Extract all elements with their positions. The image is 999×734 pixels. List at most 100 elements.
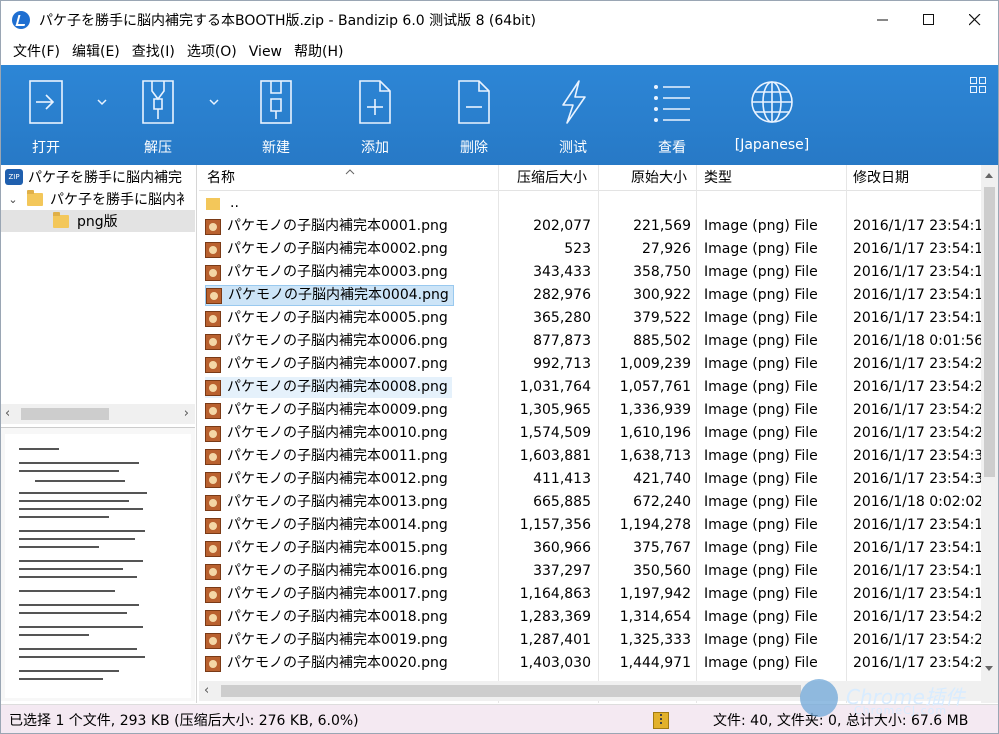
- tree-scroll-thumb[interactable]: [21, 408, 109, 420]
- file-name: パケモノの子脳内補完本0008.png: [227, 379, 448, 395]
- test-lightning-icon: [562, 80, 586, 124]
- file-row[interactable]: パケモノの子脳内補完本0011.png 1,603,881 1,638,713 Ima…: [199, 445, 981, 468]
- modified-date: 2016/1/17 23:54:22: [853, 632, 981, 648]
- file-name: パケモノの子脳内補完本0011.png: [227, 448, 448, 464]
- original-size: 375,767: [633, 540, 691, 556]
- extract-button[interactable]: 解压: [127, 65, 189, 165]
- file-row[interactable]: パケモノの子脳内補完本0004.png 282,976 300,922 Image (…: [199, 284, 981, 307]
- file-name: パケモノの子脳内補完本0005.png: [227, 310, 448, 326]
- selection-status: 已选择 1 个文件, 293 KB (压缩后大小: 276 KB, 6.0%): [9, 713, 359, 729]
- modified-date: 2016/1/17 23:54:16: [853, 563, 981, 579]
- packed-size: 523: [564, 241, 591, 257]
- grid-layout-icon[interactable]: [970, 77, 986, 93]
- scroll-left-arrow-icon[interactable]: ‹: [5, 406, 10, 421]
- menu-view[interactable]: View: [243, 41, 288, 63]
- png-image-icon: [205, 218, 221, 235]
- tree-folder-label: パケ子を勝手に脳内衤: [50, 192, 190, 208]
- scroll-right-arrow-icon[interactable]: ›: [184, 406, 189, 421]
- file-type: Image (png) File: [704, 540, 818, 556]
- menu-edit[interactable]: 编辑(E): [66, 41, 126, 63]
- packed-size: 877,873: [533, 333, 591, 349]
- file-row[interactable]: パケモノの子脳内補完本0010.png 1,574,509 1,610,196 Ima…: [199, 422, 981, 445]
- chevron-down-icon[interactable]: ⌄: [7, 193, 19, 206]
- new-archive-icon: [260, 80, 292, 124]
- file-row[interactable]: パケモノの子脳内補完本0007.png 992,713 1,009,239 Image…: [199, 353, 981, 376]
- new-archive-button[interactable]: 新建: [245, 65, 307, 165]
- file-type: Image (png) File: [704, 609, 818, 625]
- menu-file[interactable]: 文件(F): [7, 41, 66, 63]
- file-type: Image (png) File: [704, 241, 818, 257]
- modified-date: 2016/1/17 23:54:18: [853, 586, 981, 602]
- file-row[interactable]: パケモノの子脳内補完本0017.png 1,164,863 1,197,942 Ima…: [199, 583, 981, 606]
- original-size: 672,240: [633, 494, 691, 510]
- modified-date: 2016/1/17 23:54:20: [853, 609, 981, 625]
- png-image-icon: [205, 333, 221, 350]
- original-size: 358,750: [633, 264, 691, 280]
- file-row[interactable]: パケモノの子脳内補完本0005.png 365,280 379,522 Image (…: [199, 307, 981, 330]
- scroll-down-arrow-icon[interactable]: [984, 665, 994, 673]
- file-row[interactable]: パケモノの子脳内補完本0002.png 523 27,926 Image (png) …: [199, 238, 981, 261]
- folder-icon: [53, 211, 69, 228]
- column-header-type[interactable]: 类型: [704, 165, 732, 191]
- column-header-modified[interactable]: 修改日期: [853, 165, 909, 191]
- packed-size: 282,976: [533, 287, 591, 303]
- close-icon: [969, 14, 981, 26]
- file-row[interactable]: パケモノの子脳内補完本0003.png 343,433 358,750 Image (…: [199, 261, 981, 284]
- extract-icon: [142, 80, 174, 124]
- file-name: パケモノの子脳内補完本0018.png: [227, 609, 448, 625]
- original-size: 1,444,971: [619, 655, 691, 671]
- open-dropdown-chevron-icon[interactable]: [95, 95, 109, 109]
- file-row[interactable]: パケモノの子脳内補完本0015.png 360,966 375,767 Image (…: [199, 537, 981, 560]
- minimize-button[interactable]: [860, 1, 906, 39]
- parent-folder-row[interactable]: ..: [199, 192, 981, 215]
- tree-folder-png[interactable]: png版: [1, 210, 195, 232]
- file-row[interactable]: パケモノの子脳内補完本0006.png 877,873 885,502 Image (…: [199, 330, 981, 353]
- column-header-name[interactable]: 名称: [207, 165, 235, 191]
- file-name: パケモノの子脳内補完本0015.png: [227, 540, 448, 556]
- file-row[interactable]: パケモノの子脳内補完本0019.png 1,287,401 1,325,333 Ima…: [199, 629, 981, 652]
- menu-options[interactable]: 选项(O): [181, 41, 243, 63]
- tree-folder-main[interactable]: ⌄ パケ子を勝手に脳内衤: [1, 188, 195, 210]
- add-button[interactable]: 添加: [344, 65, 406, 165]
- file-row[interactable]: パケモノの子脳内補完本0020.png 1,403,030 1,444,971 Ima…: [199, 652, 981, 675]
- open-button[interactable]: 打开: [15, 65, 77, 165]
- tree-horizontal-scrollbar[interactable]: ‹ ›: [1, 404, 195, 424]
- modified-date: 2016/1/17 23:54:24: [853, 655, 981, 671]
- language-button[interactable]: [Japanese]: [727, 65, 817, 165]
- file-name: パケモノの子脳内補完本0020.png: [227, 655, 448, 671]
- png-image-icon: [206, 287, 222, 304]
- test-button[interactable]: 测试: [542, 65, 604, 165]
- list-hscroll-thumb[interactable]: [221, 685, 801, 697]
- menu-find[interactable]: 查找(I): [126, 41, 181, 63]
- file-row[interactable]: パケモノの子脳内補完本0016.png 337,297 350,560 Image (…: [199, 560, 981, 583]
- scroll-up-arrow-icon[interactable]: [984, 171, 994, 179]
- modified-date: 2016/1/17 23:54:32: [853, 448, 981, 464]
- file-row[interactable]: パケモノの子脳内補完本0012.png 411,413 421,740 Image (…: [199, 468, 981, 491]
- png-image-icon: [205, 632, 221, 649]
- file-type: Image (png) File: [704, 379, 818, 395]
- extract-dropdown-chevron-icon[interactable]: [207, 95, 221, 109]
- original-size: 1,009,239: [619, 356, 691, 372]
- column-header-size[interactable]: 原始大小: [631, 165, 687, 191]
- new-label: 新建: [262, 140, 290, 156]
- file-row[interactable]: パケモノの子脳内補完本0008.png 1,031,764 1,057,761 Ima…: [199, 376, 981, 399]
- file-row[interactable]: パケモノの子脳内補完本0018.png 1,283,369 1,314,654 Ima…: [199, 606, 981, 629]
- list-scroll-thumb[interactable]: [984, 187, 995, 477]
- file-row[interactable]: パケモノの子脳内補完本0014.png 1,157,356 1,194,278 Ima…: [199, 514, 981, 537]
- packed-size: 337,297: [533, 563, 591, 579]
- delete-button[interactable]: 删除: [443, 65, 505, 165]
- file-name: パケモノの子脳内補完本0017.png: [227, 586, 448, 602]
- tree-root-archive[interactable]: ZIP パケ子を勝手に脳内補完: [1, 166, 195, 188]
- file-row[interactable]: パケモノの子脳内補完本0009.png 1,305,965 1,336,939 Ima…: [199, 399, 981, 422]
- file-row[interactable]: パケモノの子脳内補完本0013.png 665,885 672,240 Image (…: [199, 491, 981, 514]
- file-name: パケモノの子脳内補完本0012.png: [227, 471, 448, 487]
- close-button[interactable]: [952, 1, 998, 39]
- scroll-left-arrow-icon[interactable]: ‹: [204, 683, 209, 698]
- column-header-packed[interactable]: 压缩后大小: [517, 165, 587, 191]
- list-vertical-scrollbar[interactable]: [981, 165, 998, 703]
- file-row[interactable]: パケモノの子脳内補完本0001.png 202,077 221,569 Image (…: [199, 215, 981, 238]
- view-button[interactable]: 查看: [641, 65, 703, 165]
- maximize-button[interactable]: [906, 1, 952, 39]
- original-size: 221,569: [633, 218, 691, 234]
- menu-help[interactable]: 帮助(H): [288, 41, 349, 63]
